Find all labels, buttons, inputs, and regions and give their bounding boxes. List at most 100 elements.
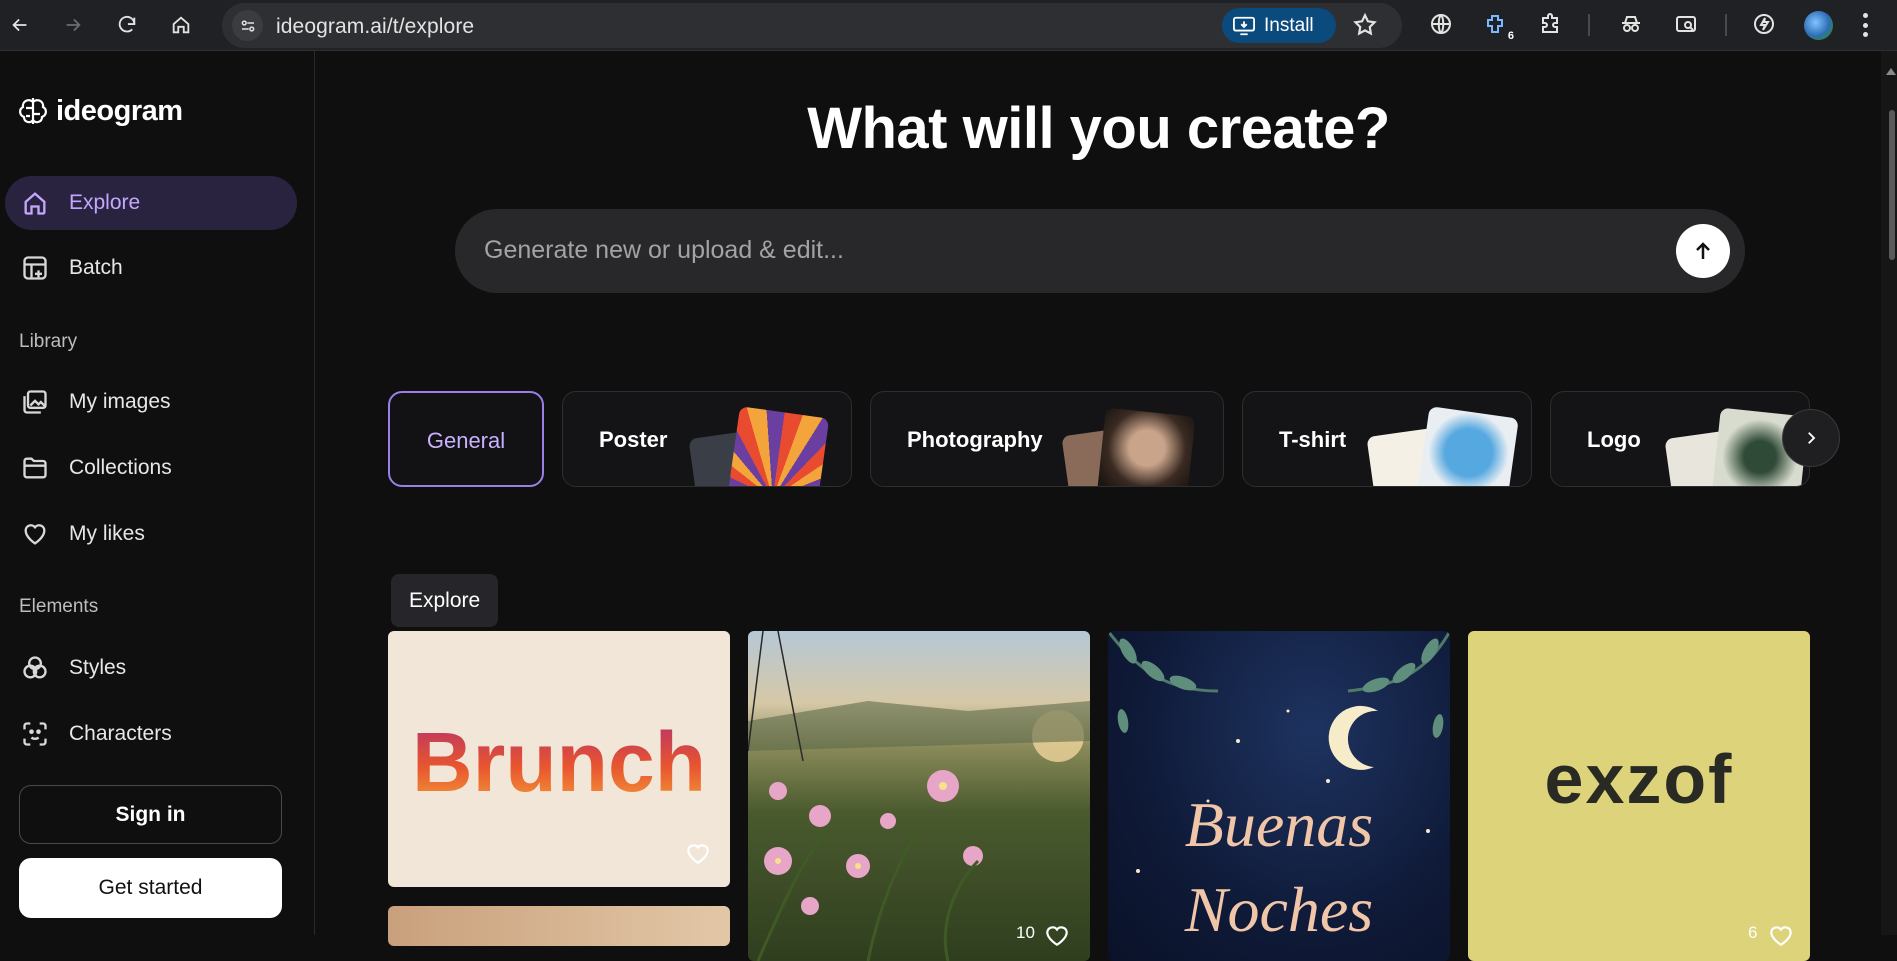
category-poster[interactable]: Poster xyxy=(562,391,852,487)
install-icon xyxy=(1233,16,1255,35)
extension-globe-button[interactable] xyxy=(1427,10,1455,38)
extensions-menu-button[interactable] xyxy=(1537,10,1565,38)
sidebar-item-my-images[interactable]: My images xyxy=(5,375,297,429)
back-button[interactable] xyxy=(3,8,37,42)
image-card-partial[interactable] xyxy=(388,906,730,946)
brunch-text: Brunch xyxy=(412,715,706,809)
sidebar-item-label: My likes xyxy=(69,522,145,545)
page-scrollbar-thumb[interactable] xyxy=(1889,110,1895,260)
category-photography[interactable]: Photography xyxy=(870,391,1224,487)
sidebar-item-label: Characters xyxy=(69,722,172,745)
category-label: General xyxy=(426,428,506,453)
category-label: Logo xyxy=(1587,427,1641,452)
sign-in-button[interactable]: Sign in xyxy=(19,785,282,844)
address-bar[interactable]: ideogram.ai/t/explore Install xyxy=(222,3,1402,48)
prompt-input[interactable]: Generate new or upload & edit... xyxy=(455,209,1745,293)
install-app-button[interactable]: Install xyxy=(1222,8,1336,43)
sidebar-item-label: Batch xyxy=(69,256,123,279)
flowers-photo-image xyxy=(748,631,1090,961)
page-title: What will you create? xyxy=(807,96,1390,161)
sidebar-item-collections[interactable]: Collections xyxy=(5,441,297,495)
elements-heading: Elements xyxy=(19,596,99,617)
styles-icon xyxy=(23,656,47,679)
category-label: Poster xyxy=(599,427,668,452)
category-general[interactable]: General xyxy=(388,391,544,487)
prompt-placeholder: Generate new or upload & edit... xyxy=(484,236,844,264)
folder-icon xyxy=(23,457,47,479)
home-icon xyxy=(24,192,46,215)
home-icon xyxy=(172,16,190,34)
buenas-noches-image: Buenas Noches xyxy=(1108,631,1450,945)
browser-menu-button[interactable] xyxy=(1862,13,1868,37)
buenas-text: Buenas xyxy=(1185,789,1373,860)
profile-avatar[interactable] xyxy=(1804,11,1833,40)
heart-icon xyxy=(24,524,46,545)
search-tabs-button[interactable] xyxy=(1672,10,1700,38)
scroll-up-arrow-icon[interactable] xyxy=(1886,68,1896,75)
category-logo[interactable]: Logo xyxy=(1550,391,1810,487)
sidebar-item-styles[interactable]: Styles xyxy=(5,641,297,695)
heart-icon xyxy=(1046,926,1068,947)
home-button[interactable] xyxy=(164,8,198,42)
sidebar-item-my-likes[interactable]: My likes xyxy=(5,507,297,561)
extension-badge-count: 6 xyxy=(1507,30,1514,42)
browser-toolbar: ideogram.ai/t/explore Install 6 xyxy=(0,0,1897,51)
sidebar: ideogram Explore Batch Library My images… xyxy=(0,51,315,935)
logo-text: ideogram xyxy=(56,94,183,127)
sidebar-item-batch[interactable]: Batch xyxy=(5,241,297,295)
performance-button[interactable] xyxy=(1750,10,1778,38)
like-button[interactable] xyxy=(1044,923,1070,947)
reload-icon xyxy=(118,15,136,33)
ideogram-brain-icon xyxy=(19,98,47,124)
bookmark-button[interactable] xyxy=(1352,12,1380,40)
category-tshirt[interactable]: T-shirt xyxy=(1242,391,1532,487)
like-count: 6 xyxy=(1748,923,1758,942)
exzof-text: exzof xyxy=(1545,740,1734,818)
category-label: T-shirt xyxy=(1279,427,1347,452)
submit-prompt-button[interactable] xyxy=(1676,224,1730,278)
photo-thumb-front xyxy=(1096,407,1196,486)
characters-icon xyxy=(23,722,47,746)
puzzle-icon xyxy=(1542,13,1558,33)
get-started-button[interactable]: Get started xyxy=(19,858,282,918)
category-label: Photography xyxy=(907,427,1043,452)
carousel-next-button[interactable] xyxy=(1782,409,1840,467)
like-button[interactable] xyxy=(1768,923,1794,947)
sidebar-item-label: Styles xyxy=(69,656,127,679)
forward-button[interactable] xyxy=(56,8,90,42)
image-card-flowers[interactable]: 10 xyxy=(748,631,1090,961)
image-card-brunch[interactable]: Brunch xyxy=(388,631,730,887)
reload-button[interactable] xyxy=(110,8,144,42)
site-settings-icon[interactable] xyxy=(232,10,263,41)
arrow-up-icon xyxy=(1696,242,1710,259)
incognito-button[interactable] xyxy=(1617,10,1645,38)
heart-icon xyxy=(687,844,709,865)
heart-icon xyxy=(1770,926,1792,947)
lightning-icon xyxy=(1754,14,1774,34)
like-button[interactable] xyxy=(685,841,711,865)
sidebar-item-label: My images xyxy=(69,390,171,413)
image-card-buenas-noches[interactable]: Buenas Noches xyxy=(1108,631,1450,961)
like-count: 10 xyxy=(1016,923,1035,942)
main-content: What will you create? Generate new or up… xyxy=(316,51,1881,961)
extension-badge-button[interactable]: 6 xyxy=(1482,10,1514,42)
arrow-right-icon xyxy=(66,18,81,32)
install-label: Install xyxy=(1264,14,1314,36)
poster-thumb-front xyxy=(726,406,830,486)
url-text[interactable]: ideogram.ai/t/explore xyxy=(276,15,474,39)
library-heading: Library xyxy=(19,331,78,352)
chevron-right-icon xyxy=(1808,432,1816,444)
brunch-lettering-image: Brunch xyxy=(412,715,706,809)
batch-icon xyxy=(23,256,47,280)
extension-puzzle-icon xyxy=(1487,15,1503,33)
globe-icon xyxy=(1431,14,1451,34)
sidebar-item-explore[interactable]: Explore xyxy=(5,176,297,230)
images-icon xyxy=(23,390,47,414)
ideogram-logo[interactable]: ideogram xyxy=(16,94,183,128)
sidebar-item-label: Collections xyxy=(69,456,172,479)
tab-explore[interactable]: Explore xyxy=(391,574,499,627)
toolbar-divider xyxy=(1588,14,1590,36)
tshirt-thumb-front xyxy=(1417,406,1519,486)
sidebar-item-characters[interactable]: Characters xyxy=(5,707,297,761)
image-card-exzof[interactable]: exzof 6 xyxy=(1468,631,1810,961)
